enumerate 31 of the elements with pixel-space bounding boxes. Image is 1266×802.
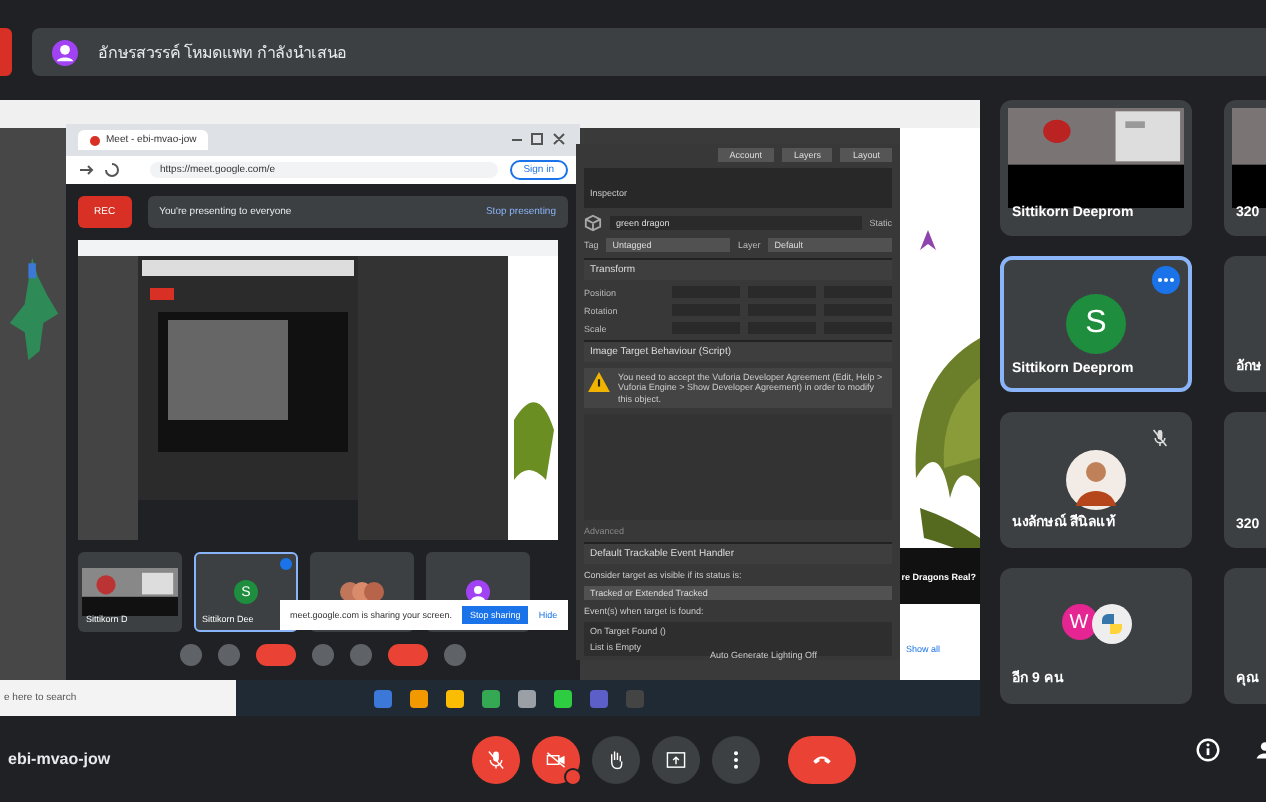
warning-icon — [588, 372, 610, 392]
avatar: S — [1066, 294, 1126, 354]
call-control-icon[interactable] — [180, 644, 202, 666]
user-icon — [52, 39, 78, 65]
mic-off-icon — [486, 749, 506, 769]
present-button[interactable] — [652, 735, 700, 783]
window-controls-icon[interactable] — [508, 132, 568, 148]
call-control-icon[interactable] — [312, 644, 334, 666]
camera-off-icon — [546, 749, 566, 769]
leave-button[interactable] — [788, 735, 856, 783]
cube-icon — [584, 214, 602, 232]
mic-button[interactable] — [472, 735, 520, 783]
snake-logo-icon — [1091, 604, 1131, 644]
call-control-icon[interactable] — [256, 644, 296, 666]
present-screen-icon — [666, 749, 686, 769]
call-control-icon[interactable] — [350, 644, 372, 666]
avatar: W — [1061, 604, 1097, 640]
recording-indicator — [0, 28, 12, 76]
presenter-text: อักษรสวรรค์ โหมดแพท กำลังนำเสนอ — [98, 41, 347, 65]
raise-hand-icon — [606, 749, 626, 769]
info-icon[interactable] — [1196, 738, 1220, 762]
call-control-icon[interactable] — [444, 644, 466, 666]
profile-photo-icon — [1066, 450, 1126, 510]
hand-button[interactable] — [592, 735, 640, 783]
people-icon[interactable] — [1254, 738, 1266, 762]
camera-button[interactable] — [532, 735, 580, 783]
dragon-logo-icon — [916, 228, 940, 252]
call-control-icon[interactable] — [218, 644, 240, 666]
call-control-icon[interactable] — [388, 644, 428, 666]
meeting-code: ebi-mvao-jow — [6, 750, 113, 768]
more-button[interactable] — [712, 735, 760, 783]
